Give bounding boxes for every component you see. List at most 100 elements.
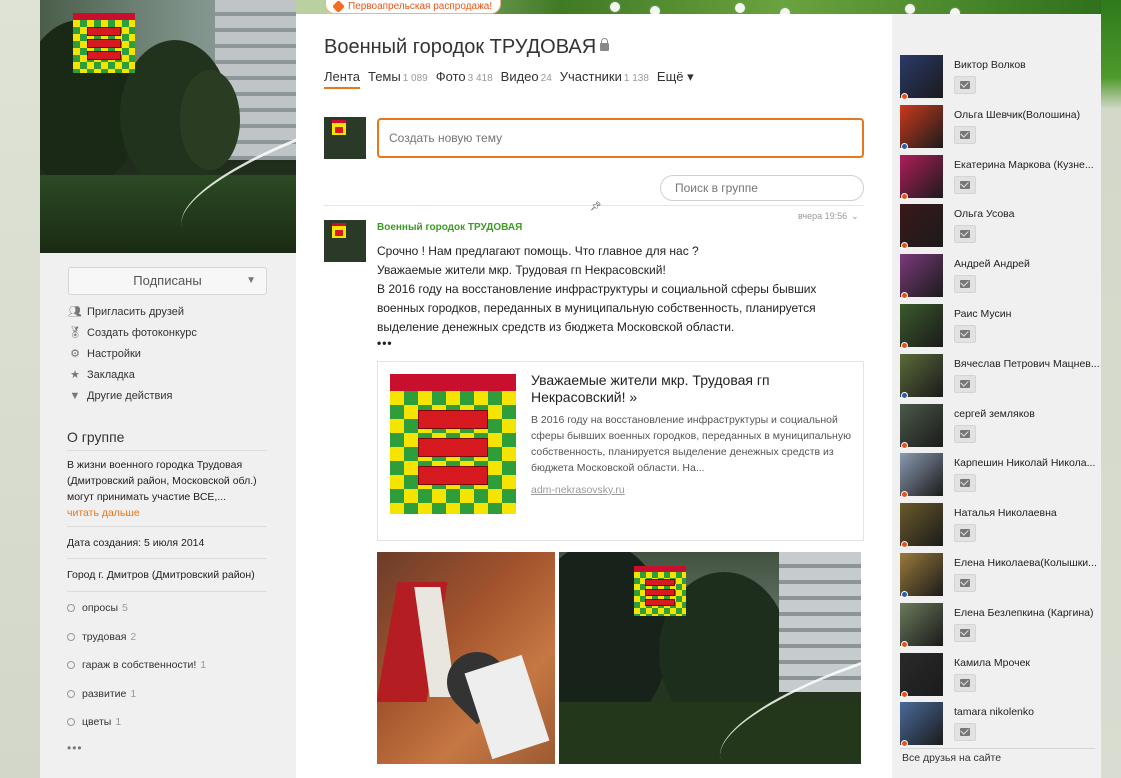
group-feed: Военный городок ТРУДОВАЯ Лента Темы 1 089… <box>296 14 892 778</box>
member-avatar[interactable] <box>900 553 943 596</box>
invite-friends-link[interactable]: 👥︎ Пригласить друзей <box>68 301 197 322</box>
member-name[interactable]: Елена Николаева(Колышки... <box>954 557 1104 569</box>
envelope-icon[interactable] <box>954 623 976 642</box>
link-description: В 2016 году на восстановление инфраструк… <box>531 414 851 474</box>
link-title[interactable]: Уважаемые жители мкр. Трудовая гп Некрас… <box>531 372 851 406</box>
envelope-icon[interactable] <box>954 225 976 244</box>
member-avatar[interactable] <box>900 353 943 397</box>
member-avatar[interactable] <box>900 602 943 646</box>
member-avatar[interactable] <box>900 702 943 746</box>
topic-tag[interactable]: трудовая 2 <box>67 631 206 660</box>
member-avatar[interactable] <box>900 652 943 696</box>
member-name[interactable]: Андрей Андрей <box>954 258 1104 270</box>
tab-feed[interactable]: Лента <box>324 69 360 89</box>
group-avatar[interactable] <box>324 117 366 159</box>
group-cover-photo[interactable] <box>40 0 296 253</box>
member-avatar[interactable] <box>900 254 943 298</box>
bookmark-link[interactable]: ★ Закладка <box>68 364 197 385</box>
envelope-icon[interactable] <box>954 325 976 343</box>
creation-date: Дата создания: 5 июля 2014 <box>67 537 205 549</box>
member-item[interactable]: Ольга Шевчик(Волошина) <box>900 104 1100 155</box>
divider <box>67 558 267 559</box>
member-name[interactable]: Карпешин Николай Никола... <box>954 457 1104 469</box>
member-item[interactable]: Вячеслав Петрович Мацнев... <box>900 353 1100 404</box>
all-friends-link[interactable]: Все друзья на сайте <box>902 752 1001 764</box>
topic-tag[interactable]: развитие 1 <box>67 688 206 717</box>
more-topics-button[interactable]: ••• <box>67 741 83 755</box>
new-topic-input[interactable] <box>377 118 864 158</box>
subscribed-dropdown[interactable]: Подписаны ▼ <box>68 267 267 295</box>
member-item[interactable]: сергей земляков <box>900 403 1100 454</box>
member-name[interactable]: Камила Мрочек <box>954 657 1104 669</box>
envelope-icon[interactable] <box>954 673 976 692</box>
member-item[interactable]: Андрей Андрей <box>900 254 1100 304</box>
tab-videos[interactable]: Видео 24 <box>501 69 552 89</box>
member-name[interactable]: Екатерина Маркова (Кузне... <box>954 159 1104 171</box>
member-avatar[interactable] <box>900 304 943 347</box>
member-avatar[interactable] <box>900 503 943 547</box>
topic-tag[interactable]: опросы 5 <box>67 602 206 631</box>
member-avatar[interactable] <box>900 204 943 248</box>
member-item[interactable]: Ольга Усова <box>900 204 1100 254</box>
member-item[interactable]: Елена Безлепкина (Каргина) <box>900 602 1100 653</box>
member-avatar[interactable] <box>900 453 943 497</box>
member-name[interactable]: tamara nikolenko <box>954 706 1104 718</box>
envelope-icon[interactable] <box>954 76 976 94</box>
post-author[interactable]: Военный городок ТРУДОВАЯ <box>377 222 522 233</box>
member-name[interactable]: Виктор Волков <box>954 59 1104 71</box>
coat-of-arms-logo <box>73 13 135 73</box>
member-avatar[interactable] <box>900 104 943 148</box>
settings-link[interactable]: ⚙ Настройки <box>68 343 197 364</box>
post-photo-flags[interactable] <box>377 552 555 764</box>
about-group-text: В жизни военного городка Трудовая (Дмитр… <box>67 459 257 519</box>
topic-tag[interactable]: цветы 1 <box>67 716 206 745</box>
member-item[interactable]: Екатерина Маркова (Кузне... <box>900 154 1100 205</box>
member-name[interactable]: сергей земляков <box>954 408 1104 420</box>
post-author-avatar[interactable] <box>324 220 366 262</box>
envelope-icon[interactable] <box>954 424 976 443</box>
other-actions-link[interactable]: ▼ Другие действия <box>68 385 197 406</box>
member-name[interactable]: Раис Мусин <box>954 308 1104 320</box>
member-name[interactable]: Елена Безлепкина (Каргина) <box>954 607 1104 619</box>
envelope-icon[interactable] <box>954 723 976 742</box>
member-item[interactable]: Раис Мусин <box>900 304 1100 354</box>
link-url[interactable]: adm-nekrasovsky.ru <box>531 484 625 496</box>
member-item[interactable]: tamara nikolenko <box>900 702 1100 752</box>
member-name[interactable]: Ольга Усова <box>954 208 1104 220</box>
tab-topics[interactable]: Темы 1 089 <box>368 69 428 89</box>
member-avatar[interactable] <box>900 403 943 447</box>
member-avatar[interactable] <box>900 55 943 98</box>
envelope-icon[interactable] <box>954 175 976 194</box>
link-preview-card[interactable]: Уважаемые жители мкр. Трудовая гп Некрас… <box>377 361 864 541</box>
group-search-input[interactable] <box>660 175 864 201</box>
envelope-icon[interactable] <box>954 474 976 493</box>
tab-members[interactable]: Участники 1 138 <box>560 69 649 89</box>
member-name[interactable]: Наталья Николаевна <box>954 507 1104 519</box>
member-name[interactable]: Ольга Шевчик(Волошина) <box>954 109 1104 121</box>
topic-tags: опросы 5 трудовая 2 гараж в собственности!… <box>67 602 206 745</box>
envelope-icon[interactable] <box>954 574 976 592</box>
read-more-link[interactable]: читать дальше <box>67 507 140 519</box>
member-item[interactable]: Карпешин Николай Никола... <box>900 453 1100 503</box>
envelope-icon[interactable] <box>954 524 976 543</box>
envelope-icon[interactable] <box>954 125 976 144</box>
member-avatar[interactable] <box>900 154 943 198</box>
chevron-down-icon[interactable]: ⌄ <box>851 211 859 221</box>
expand-post-button[interactable]: ••• <box>377 336 393 350</box>
envelope-icon[interactable] <box>954 275 976 294</box>
tab-more[interactable]: Ещё ▾ <box>657 69 694 89</box>
topic-tag[interactable]: гараж в собственности! 1 <box>67 659 206 688</box>
create-photo-contest-link[interactable]: 🏅︎ Создать фотоконкурс <box>68 322 197 343</box>
tab-photos[interactable]: Фото 3 418 <box>436 69 493 89</box>
envelope-icon[interactable] <box>954 374 976 393</box>
medal-icon: 🏅︎ <box>68 326 82 339</box>
online-status-icon <box>901 242 908 250</box>
promo-banner[interactable]: Первоапрельская распродажа! <box>325 0 502 14</box>
member-item[interactable]: Виктор Волков <box>900 55 1100 105</box>
member-item[interactable]: Наталья Николаевна <box>900 503 1100 553</box>
member-item[interactable]: Камила Мрочек <box>900 652 1100 703</box>
member-name[interactable]: Вячеслав Петрович Мацнев... <box>954 358 1104 370</box>
post-text: Срочно ! Нам предлагают помощь. Что глав… <box>377 244 817 334</box>
post-photo-town[interactable] <box>559 552 861 764</box>
member-item[interactable]: Елена Николаева(Колышки... <box>900 553 1100 603</box>
